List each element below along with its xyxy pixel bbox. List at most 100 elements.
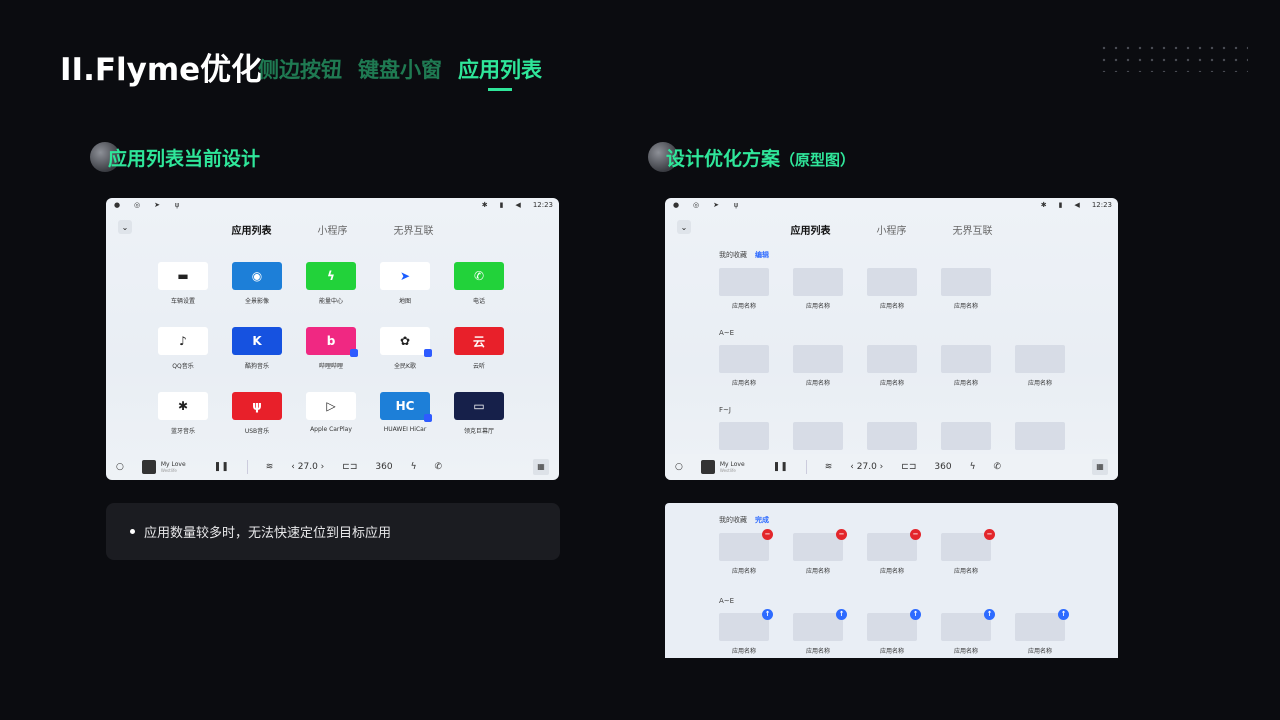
app-placeholder[interactable]: 应用名称 bbox=[941, 268, 991, 310]
app-placeholder[interactable] bbox=[719, 422, 769, 450]
add-to-top-icon[interactable]: ↑ bbox=[1058, 609, 1069, 620]
app-label: QQ音乐 bbox=[172, 363, 194, 370]
app-tile[interactable]: ✆ 电话 bbox=[454, 262, 504, 305]
app-placeholder[interactable]: 应用名称 bbox=[719, 345, 769, 387]
dock-bar: ○ My Love Westlife ❚❚ ≋ ‹ 27.0 › ⊏⊐ 360 … bbox=[665, 454, 1118, 480]
add-to-top-icon[interactable]: ↑ bbox=[762, 609, 773, 620]
app-placeholder[interactable]: 应用名称 bbox=[1015, 345, 1065, 387]
app-icon-placeholder bbox=[941, 613, 991, 641]
defrost-icon[interactable]: ≋ bbox=[266, 462, 274, 472]
app-placeholder[interactable]: 应用名称 − bbox=[719, 529, 773, 575]
group-label: A~E bbox=[719, 329, 735, 337]
tab-app-list[interactable]: 应用列表 bbox=[232, 222, 272, 237]
defrost-icon[interactable]: ≋ bbox=[825, 462, 833, 472]
app-placeholder[interactable]: 应用名称 − bbox=[941, 529, 995, 575]
app-tile[interactable]: ➤ 地图 bbox=[380, 262, 430, 305]
app-grid-icon[interactable]: ▦ bbox=[533, 459, 549, 475]
home-circle-icon[interactable]: ○ bbox=[675, 462, 683, 472]
app-placeholder[interactable]: 应用名称 ↑ bbox=[867, 609, 921, 655]
app-placeholder[interactable] bbox=[793, 422, 843, 450]
temp-control[interactable]: ‹ 27.0 › bbox=[291, 462, 324, 472]
app-placeholder[interactable]: 应用名称 bbox=[793, 268, 843, 310]
app-placeholder[interactable] bbox=[941, 422, 991, 450]
tab-side-buttons[interactable]: 侧边按钮 bbox=[258, 54, 342, 84]
camera-360-icon[interactable]: 360 bbox=[375, 462, 392, 472]
yunting-icon: 云 bbox=[454, 327, 504, 355]
phone-icon[interactable]: ✆ bbox=[994, 462, 1002, 472]
pause-icon[interactable]: ❚❚ bbox=[214, 462, 229, 472]
app-placeholder[interactable]: 应用名称 ↑ bbox=[793, 609, 847, 655]
add-to-top-icon[interactable]: ↑ bbox=[910, 609, 921, 620]
issue-note: 应用数量较多时，无法快速定位到目标应用 bbox=[106, 503, 560, 560]
tab-wujie-connect[interactable]: 无界互联 bbox=[953, 222, 993, 237]
app-placeholder[interactable]: 应用名称 bbox=[941, 345, 991, 387]
app-tile[interactable]: K 酷狗音乐 bbox=[232, 327, 282, 370]
app-placeholder[interactable]: 应用名称 bbox=[867, 268, 917, 310]
app-placeholder[interactable]: 应用名称 ↑ bbox=[1015, 609, 1069, 655]
lightning-icon[interactable]: ϟ bbox=[970, 462, 976, 472]
app-tile[interactable]: ▬ 车辆设置 bbox=[158, 262, 208, 305]
prototype-screen-default: ● ◎ ➤ ψ ✱ ▮ ◀ 12:23 ⌄ 应用列表 小程序 无界互联 我的收藏… bbox=[665, 198, 1118, 480]
status-bar: ● ◎ ➤ ψ ✱ ▮ ◀ 12:23 bbox=[106, 198, 559, 212]
kugou-icon: K bbox=[232, 327, 282, 355]
phone-icon[interactable]: ✆ bbox=[435, 462, 443, 472]
home-circle-icon[interactable]: ○ bbox=[116, 462, 124, 472]
app-tile[interactable]: 云云听 bbox=[454, 327, 504, 370]
app-placeholder[interactable]: 应用名称 bbox=[793, 345, 843, 387]
app-grid-icon[interactable]: ▦ bbox=[1092, 459, 1108, 475]
car-icon: ▬ bbox=[158, 262, 208, 290]
app-tile[interactable]: ϟ 能量中心 bbox=[306, 262, 356, 305]
app-tile[interactable]: ψ USB音乐 bbox=[232, 392, 282, 435]
app-placeholder[interactable] bbox=[1015, 422, 1065, 450]
pause-icon[interactable]: ❚❚ bbox=[773, 462, 788, 472]
app-tile[interactable]: b 哔哩哔哩 bbox=[306, 327, 358, 370]
car-icon[interactable]: ⊏⊐ bbox=[342, 462, 357, 472]
app-placeholder[interactable]: 应用名称 ↑ bbox=[941, 609, 995, 655]
remove-icon[interactable]: − bbox=[910, 529, 921, 540]
camera-360-icon[interactable]: 360 bbox=[934, 462, 951, 472]
app-placeholder[interactable]: 应用名称 bbox=[867, 345, 917, 387]
tab-mini-programs[interactable]: 小程序 bbox=[877, 222, 907, 237]
app-tile[interactable]: ✱ 蓝牙音乐 bbox=[158, 392, 208, 435]
app-placeholder[interactable]: 应用名称 bbox=[719, 268, 769, 310]
app-placeholder[interactable]: 应用名称 ↑ bbox=[719, 609, 773, 655]
now-playing[interactable]: My Love Westlife bbox=[141, 460, 186, 474]
app-logo-icon: ● bbox=[113, 201, 121, 209]
remove-icon[interactable]: − bbox=[762, 529, 773, 540]
group-a-e: A~E 应用名称 应用名称 应用名称 应用名称 应用名称 bbox=[719, 329, 1065, 387]
app-tile[interactable]: ▭ 领克巨幕厅 bbox=[454, 392, 504, 435]
tab-mini-programs[interactable]: 小程序 bbox=[318, 222, 348, 237]
tab-wujie-connect[interactable]: 无界互联 bbox=[394, 222, 434, 237]
tab-app-list[interactable]: 应用列表 bbox=[458, 54, 542, 91]
tab-app-list[interactable]: 应用列表 bbox=[791, 222, 831, 237]
remove-icon[interactable]: − bbox=[984, 529, 995, 540]
app-tile[interactable]: ♪ QQ音乐 bbox=[158, 327, 208, 370]
done-link[interactable]: 完成 bbox=[755, 515, 769, 525]
add-to-top-icon[interactable]: ↑ bbox=[984, 609, 995, 620]
external-badge-icon bbox=[424, 414, 432, 422]
external-badge-icon bbox=[350, 349, 358, 357]
app-tile[interactable]: ✿ 全民K歌 bbox=[380, 327, 432, 370]
lightning-icon[interactable]: ϟ bbox=[411, 462, 417, 472]
app-placeholder[interactable]: 应用名称 − bbox=[793, 529, 847, 575]
status-bar: ● ◎ ➤ ψ ✱ ▮ ◀ 12:23 bbox=[665, 198, 1118, 212]
app-tile[interactable]: HC HUAWEI HiCar bbox=[380, 392, 432, 435]
add-to-top-icon[interactable]: ↑ bbox=[836, 609, 847, 620]
app-placeholder[interactable] bbox=[867, 422, 917, 450]
bullet-dot bbox=[130, 529, 135, 534]
app-tile[interactable]: ▷ Apple CarPlay bbox=[306, 392, 356, 435]
app-placeholder[interactable]: 应用名称 − bbox=[867, 529, 921, 575]
remove-icon[interactable]: − bbox=[836, 529, 847, 540]
temp-control[interactable]: ‹ 27.0 › bbox=[850, 462, 883, 472]
app-name-label: 应用名称 bbox=[731, 568, 756, 575]
app-icon-placeholder bbox=[1015, 345, 1065, 373]
usb-status-icon: ψ bbox=[174, 201, 180, 209]
car-icon[interactable]: ⊏⊐ bbox=[901, 462, 916, 472]
app-tile[interactable]: ◉ 全景影像 bbox=[232, 262, 282, 305]
network-icon: ▮ bbox=[499, 201, 504, 209]
bluetooth-icon: ✱ bbox=[158, 392, 208, 420]
now-playing[interactable]: My Love Westlife bbox=[700, 460, 745, 474]
tab-keyboard-window[interactable]: 键盘小窗 bbox=[358, 54, 442, 84]
app-label: 车辆设置 bbox=[170, 298, 195, 305]
edit-link[interactable]: 编辑 bbox=[755, 250, 769, 260]
